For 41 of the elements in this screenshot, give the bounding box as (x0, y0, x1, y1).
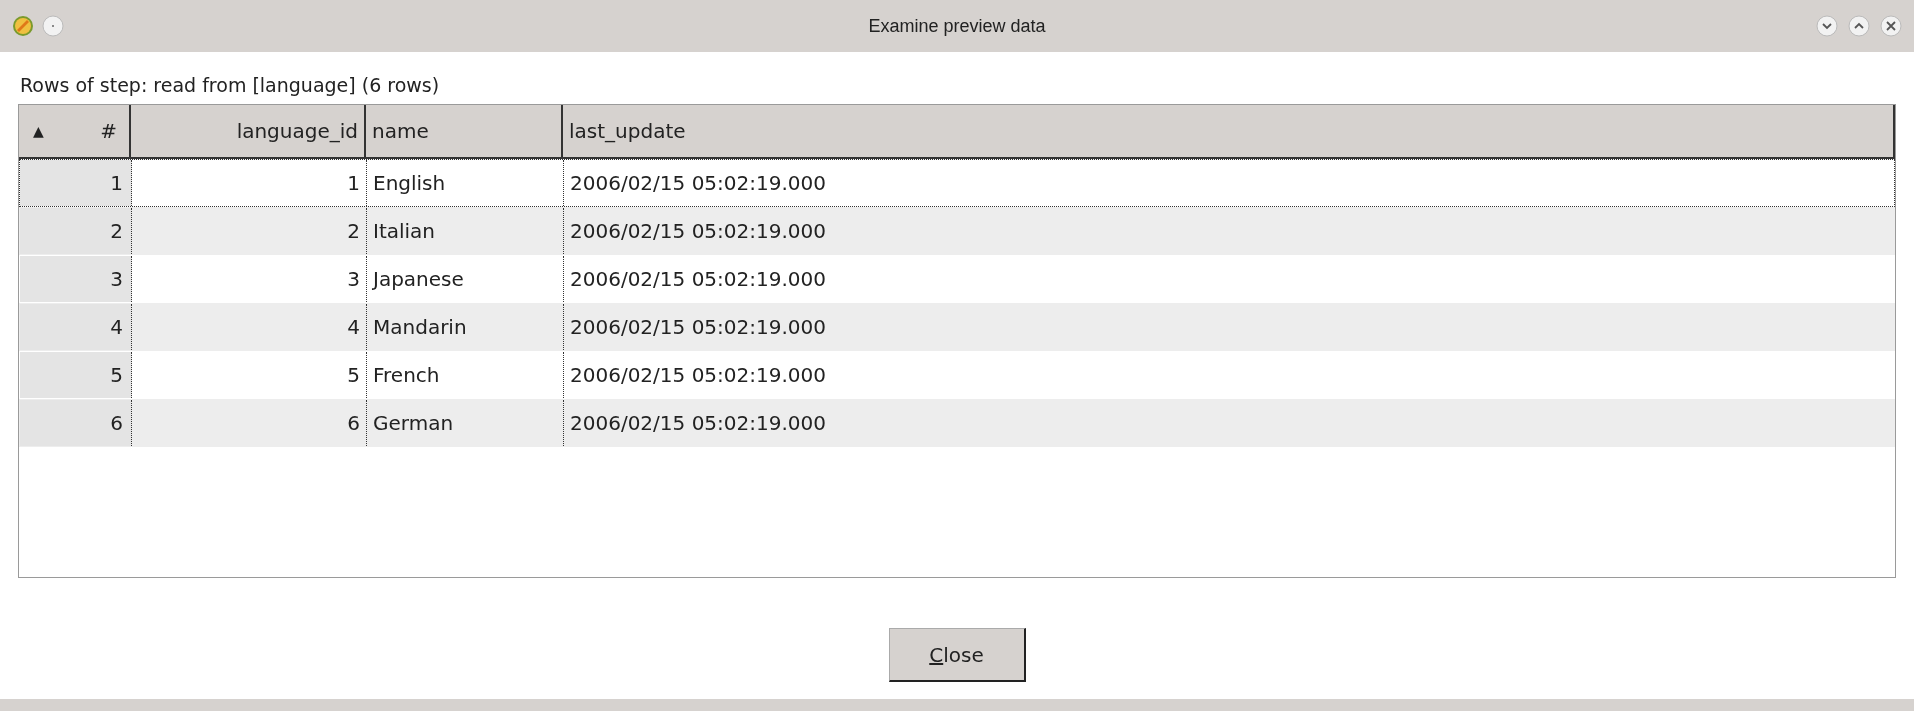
table-row[interactable]: 4 4 Mandarin 2006/02/15 05:02:19.000 (19, 303, 1895, 351)
window-title: Examine preview data (868, 15, 1046, 37)
table-cell: 3 (20, 256, 132, 302)
table-cell: Mandarin (367, 304, 564, 350)
table-cell-text: 2006/02/15 05:02:19.000 (569, 410, 827, 437)
table-cell: 1 (20, 160, 132, 206)
app-icon (12, 15, 34, 37)
table-cell-text: 2006/02/15 05:02:19.000 (569, 266, 827, 293)
table-row[interactable]: 1 1 English 2006/02/15 05:02:19.000 (19, 159, 1895, 207)
table-row[interactable]: 2 2 Italian 2006/02/15 05:02:19.000 (19, 207, 1895, 255)
column-header[interactable]: last_update (563, 105, 1895, 157)
table-cell: 1 (132, 160, 367, 206)
table-cell: Japanese (367, 256, 564, 302)
table-cell: Italian (367, 208, 564, 254)
table-cell-text: 2006/02/15 05:02:19.000 (569, 314, 827, 341)
menu-dot-icon[interactable] (42, 15, 64, 37)
table-cell: French (367, 352, 564, 398)
column-header[interactable]: language_id (131, 105, 366, 157)
table-cell: 4 (132, 304, 367, 350)
maximize-icon[interactable] (1848, 15, 1870, 37)
close-button[interactable]: Close (888, 628, 1026, 682)
table-cell: 5 (20, 352, 132, 398)
table-cell: 2 (132, 208, 367, 254)
sort-indicator[interactable]: ▲ (33, 123, 44, 139)
table-cell-text: 2006/02/15 05:02:19.000 (569, 362, 827, 389)
table-cell: 2 (20, 208, 132, 254)
table-cell: English (367, 160, 564, 206)
table-cell-text: 2006/02/15 05:02:19.000 (569, 170, 827, 197)
table-cell: 4 (20, 304, 132, 350)
table-cell-text: 2006/02/15 05:02:19.000 (569, 218, 827, 245)
table-row[interactable]: 6 6 German 2006/02/15 05:02:19.000 (19, 399, 1895, 447)
caption-label: Rows of step: read from [language] (6 rows) (20, 74, 440, 96)
minimize-icon[interactable] (1816, 15, 1838, 37)
column-header[interactable]: # (100, 119, 117, 143)
table-cell: 3 (132, 256, 367, 302)
table-cell: 6 (20, 400, 132, 446)
table-cell: German (367, 400, 564, 446)
column-header[interactable]: name (366, 105, 563, 157)
table-cell: 6 (132, 400, 367, 446)
close-icon[interactable] (1880, 15, 1902, 37)
table-cell: 5 (132, 352, 367, 398)
